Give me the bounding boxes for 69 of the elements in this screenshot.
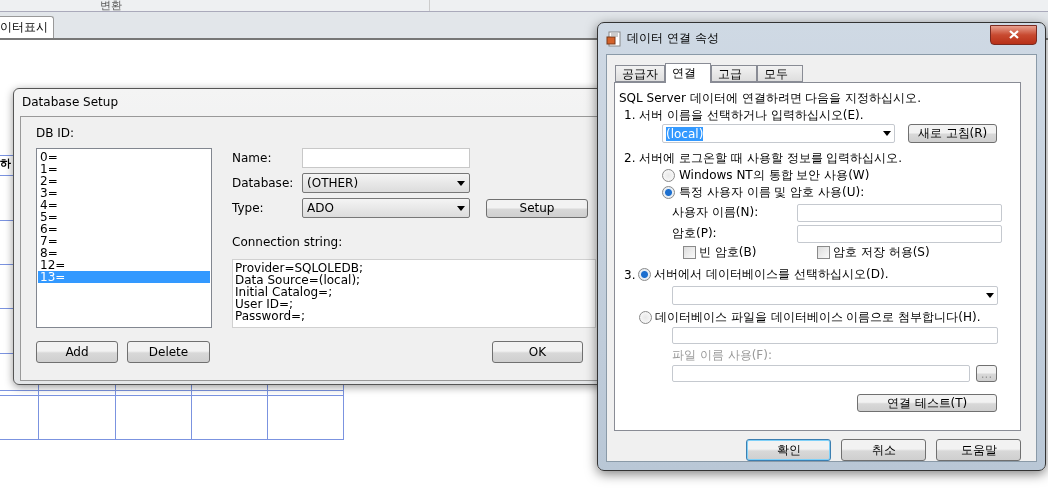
close-icon <box>1008 30 1019 39</box>
grid-text: 하 <box>0 156 11 171</box>
password-label: 암호(P): <box>672 225 718 242</box>
database-icon <box>606 30 622 47</box>
checkbox[interactable] <box>683 246 696 259</box>
caret-icon <box>986 293 994 298</box>
radio-button[interactable] <box>638 268 652 281</box>
list-item[interactable]: 6= <box>38 223 210 235</box>
list-item[interactable]: 5= <box>38 211 210 223</box>
name-field[interactable] <box>302 148 470 168</box>
list-item[interactable]: 7= <box>38 235 210 247</box>
dialog-button[interactable]: 취소 <box>841 439 926 461</box>
step-number: 3. <box>624 267 636 282</box>
checkbox-label: 암호 저장 허용(S) <box>833 244 930 261</box>
type-label: Type: <box>232 201 265 215</box>
password-field[interactable] <box>797 224 1002 243</box>
setup-button[interactable]: Setup <box>486 198 588 218</box>
caret-icon <box>883 131 891 136</box>
caret-icon <box>457 205 465 211</box>
caret-icon <box>457 180 465 186</box>
test-connection-button[interactable]: 연결 테스트(T) <box>857 394 997 412</box>
radio-label: Windows NT의 통합 보안 사용(W) <box>679 167 870 184</box>
dialog-button[interactable]: 도움말 <box>936 439 1021 461</box>
radio-label: 특정 사용자 이름 및 암호 사용(U): <box>679 184 865 201</box>
step-label: 1. 서버 이름을 선택하거나 입력하십시오(E). <box>624 107 864 124</box>
list-item[interactable]: 2= <box>38 175 210 187</box>
step-label: 2. 서버에 로그온할 때 사용할 정보를 입력하십시오. <box>624 150 903 167</box>
ribbon-label: 변환 <box>100 0 430 11</box>
tab[interactable]: 고급 <box>711 65 757 82</box>
add-button[interactable]: Add <box>36 341 118 363</box>
checkbox[interactable] <box>817 246 830 259</box>
list-item[interactable]: 3= <box>38 187 210 199</box>
delete-button[interactable]: Delete <box>127 341 210 363</box>
connection-string-field[interactable]: Provider=SQLOLEDB; Data Source=(local); Initial Catalog=; User ID=; Password=; <box>232 259 596 328</box>
tab[interactable]: 공급자 <box>615 65 665 82</box>
file-name-label: 파일 이름 사용(F): <box>672 347 772 364</box>
radio-button[interactable] <box>662 169 675 182</box>
tab[interactable]: 연결 <box>665 63 711 83</box>
list-item[interactable]: 4= <box>38 199 210 211</box>
database-name-field[interactable] <box>672 327 998 344</box>
type-dropdown[interactable]: ADO <box>302 198 470 218</box>
db-id-list[interactable]: 0= 1= 2= 3= 4= 5= 6= 7= 8= 12= 13= <box>36 148 212 328</box>
document-tab[interactable]: 이터표시 <box>0 16 54 38</box>
list-item[interactable]: 1= <box>38 163 210 175</box>
window-title: 데이터 연결 속성 <box>627 30 719 47</box>
radio-label: 데이터베이스 파일을 데이터베이스 이름으로 첨부합니다(H). <box>655 309 981 326</box>
radio-button[interactable] <box>662 186 675 199</box>
intro-text: SQL Server 데이터에 연결하려면 다음을 지정하십시오. <box>619 90 921 107</box>
radio-button[interactable] <box>639 311 652 324</box>
username-label: 사용자 이름(N): <box>672 204 760 221</box>
list-item[interactable]: 12= <box>38 259 210 271</box>
db-id-label: DB ID: <box>36 126 76 142</box>
tab[interactable]: 모두 <box>757 65 803 82</box>
database-label: Database: <box>232 176 295 190</box>
username-field[interactable] <box>797 203 1002 222</box>
close-button[interactable] <box>990 24 1037 45</box>
window-title: Database Setup <box>21 94 119 111</box>
list-item[interactable]: 8= <box>38 247 210 259</box>
file-name-field[interactable] <box>672 365 970 382</box>
dialog-button[interactable]: 확인 <box>746 439 831 461</box>
database-dropdown[interactable] <box>672 286 998 305</box>
connection-string-label: Connection string: <box>232 235 344 249</box>
database-dropdown[interactable]: (OTHER) <box>302 173 470 193</box>
ok-button[interactable]: OK <box>492 341 583 363</box>
radio-label: 서버에서 데이터베이스를 선택하십시오(D). <box>654 266 889 283</box>
checkbox-label: 빈 암호(B) <box>699 244 758 261</box>
list-item[interactable]: 0= <box>38 151 210 163</box>
refresh-button[interactable]: 새로 고침(R) <box>908 124 997 143</box>
name-label: Name: <box>232 151 273 165</box>
